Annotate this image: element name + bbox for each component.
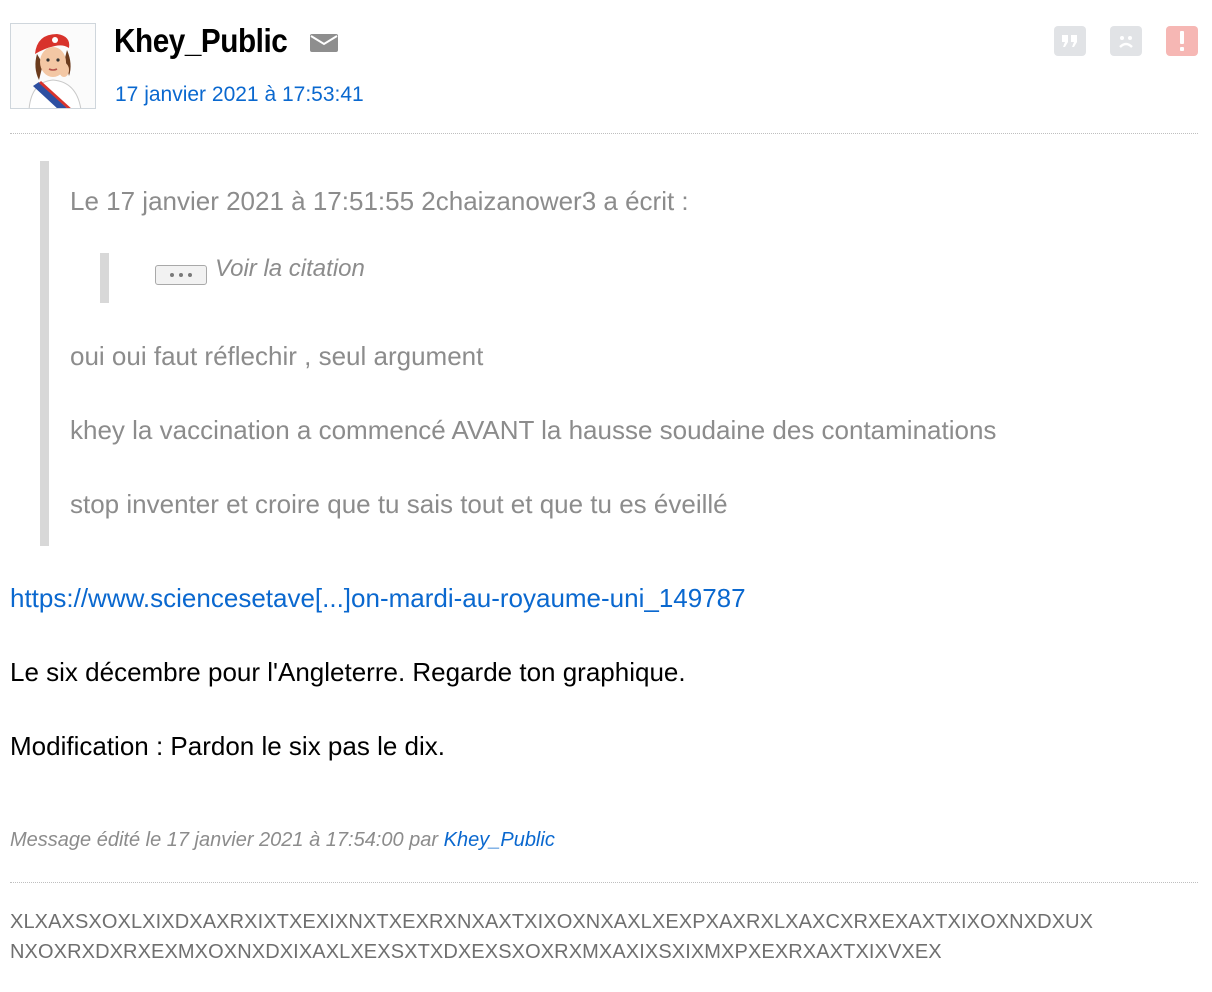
envelope-icon[interactable] — [310, 34, 338, 52]
quote-line: oui oui faut réflechir , seul argument — [70, 341, 484, 371]
message-line: Le six décembre pour l'Angleterre. Regar… — [10, 657, 686, 687]
editor-pseudo-link[interactable]: Khey_Public — [444, 829, 555, 851]
marianne-avatar-icon — [11, 24, 95, 108]
edit-notice-text: Message édité le 17 janvier 2021 à 17:54… — [10, 829, 444, 851]
quote-line: khey la vaccination a commencé AVANT la … — [70, 415, 997, 445]
avatar[interactable] — [10, 23, 96, 109]
post-actions — [1054, 26, 1198, 56]
signature-line: NXOXRXDXRXEXMXOXNXDXIXAXLXEXSXTXDXEXSXOX… — [10, 941, 942, 963]
quote-header: Le 17 janvier 2021 à 17:51:55 2chaizanow… — [70, 186, 689, 216]
ellipsis-dot-icon — [188, 273, 192, 277]
message-link-line: https://www.sciencesetave[...]on-mardi-a… — [10, 583, 746, 614]
quote-line: stop inventer et croire que tu sais tout… — [70, 489, 728, 519]
quote-button[interactable] — [1054, 26, 1086, 56]
message-line: Modification : Pardon le six pas le dix. — [10, 731, 445, 761]
header-divider — [10, 133, 1198, 134]
blockquote: Le 17 janvier 2021 à 17:51:55 2chaizanow… — [40, 161, 1190, 546]
report-button[interactable] — [1166, 26, 1198, 56]
quote-icon — [1062, 35, 1077, 47]
sad-face-icon — [1119, 36, 1133, 48]
blacklist-button[interactable] — [1110, 26, 1142, 56]
edit-notice: Message édité le 17 janvier 2021 à 17:54… — [10, 829, 555, 852]
ellipsis-dot-icon — [170, 273, 174, 277]
nested-quote: Voir la citation — [100, 253, 509, 303]
ellipsis-dot-icon — [179, 273, 183, 277]
signature-divider — [10, 882, 1198, 883]
expand-quote-button[interactable] — [155, 265, 207, 285]
article-link[interactable]: https://www.sciencesetave[...]on-mardi-a… — [10, 583, 746, 613]
post-date[interactable]: 17 janvier 2021 à 17:53:41 — [115, 83, 364, 107]
show-quote-link[interactable]: Voir la citation — [215, 255, 365, 283]
signature-line: XLXAXSXOXLXIXDXAXRXIXTXEXIXNXTXEXRXNXAXT… — [10, 911, 1094, 933]
report-alert-icon — [1180, 31, 1184, 51]
author-pseudo[interactable]: Khey_Public — [114, 22, 288, 60]
